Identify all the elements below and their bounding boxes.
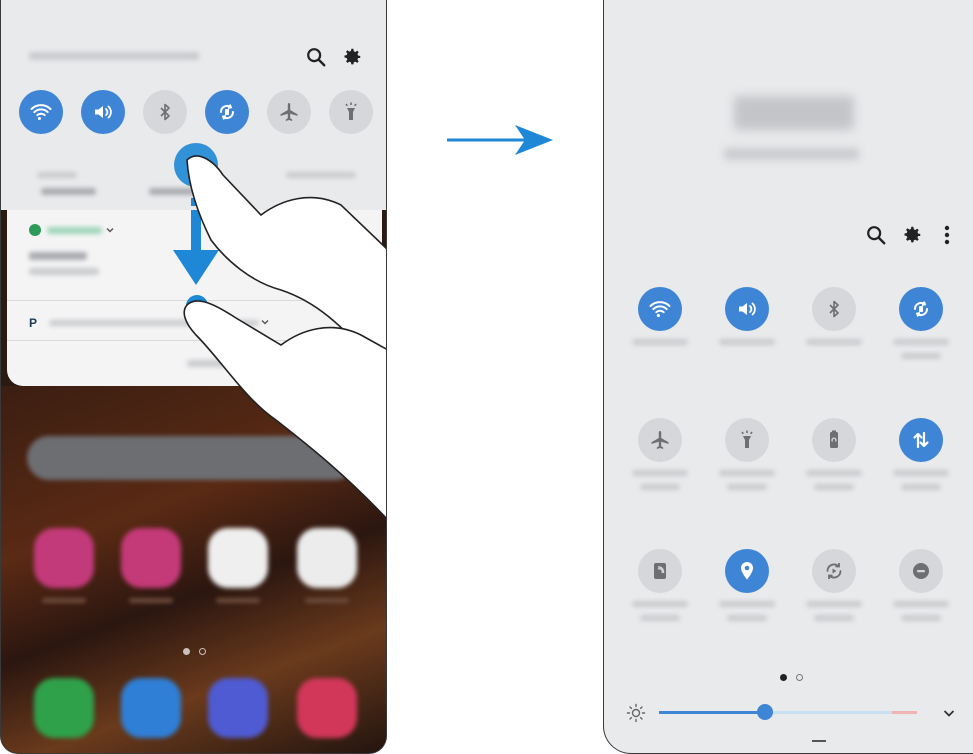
toggle-label — [719, 601, 775, 607]
swipe-down-hand — [173, 143, 386, 520]
sync-icon — [826, 563, 842, 579]
page-dot — [796, 674, 803, 681]
toggle-label — [640, 615, 680, 621]
gear-icon[interactable] — [901, 224, 923, 246]
toggle-label — [632, 339, 688, 345]
sun-icon — [626, 703, 646, 723]
chevron-down-icon[interactable] — [941, 705, 957, 721]
toggle-label — [814, 615, 854, 621]
arrow-right-icon — [447, 125, 553, 155]
do-not-disturb-toggle[interactable] — [899, 549, 943, 593]
toggle-label — [727, 484, 767, 490]
mobile-data-toggle[interactable] — [899, 418, 943, 462]
toggle-label — [901, 615, 941, 621]
toggle-label — [719, 339, 775, 345]
page-dot-active — [780, 674, 787, 681]
brightness-high-zone — [892, 711, 917, 714]
bluetooth-icon — [829, 300, 839, 318]
do-not-disturb-icon — [913, 563, 929, 579]
toggle-label — [893, 601, 949, 607]
home-screen-phone: P — [0, 0, 387, 754]
sync-toggle[interactable] — [812, 549, 856, 593]
toggle-label — [901, 484, 941, 490]
bluetooth-toggle[interactable] — [812, 287, 856, 331]
auto-rotate-icon — [913, 301, 929, 317]
flashlight-toggle[interactable] — [725, 418, 769, 462]
brightness-thumb[interactable] — [756, 704, 773, 720]
clock-text — [734, 96, 854, 130]
toggle-label — [806, 339, 862, 345]
airplane-icon — [651, 431, 669, 449]
flashlight-icon — [741, 430, 753, 448]
toggle-label — [806, 470, 862, 476]
location-icon — [741, 562, 753, 580]
toggle-label — [640, 484, 680, 490]
toggle-label — [632, 601, 688, 607]
location-toggle[interactable] — [725, 549, 769, 593]
quick-panel-expanded — [603, 0, 973, 754]
more-icon[interactable] — [941, 224, 953, 246]
handle-bar[interactable] — [812, 740, 826, 742]
toggle-label — [901, 353, 941, 359]
toggle-label — [727, 615, 767, 621]
search-icon[interactable] — [865, 224, 887, 246]
toggle-label — [719, 470, 775, 476]
toggle-label — [893, 339, 949, 345]
volume-icon — [739, 302, 756, 316]
toggle-label — [814, 484, 854, 490]
brightness-fill — [659, 711, 765, 714]
toggle-label — [632, 470, 688, 476]
nfc-toggle[interactable] — [638, 549, 682, 593]
auto-rotate-toggle[interactable] — [899, 287, 943, 331]
wifi-icon — [649, 301, 671, 318]
airplane-toggle[interactable] — [638, 418, 682, 462]
nfc-icon — [654, 563, 666, 579]
volume-toggle[interactable] — [725, 287, 769, 331]
power-saving-toggle[interactable] — [812, 418, 856, 462]
wifi-toggle[interactable] — [638, 287, 682, 331]
power-saving-icon — [830, 430, 838, 448]
toggle-label — [893, 470, 949, 476]
toggle-label — [806, 601, 862, 607]
date-text — [724, 148, 859, 160]
mobile-data-icon — [913, 431, 929, 449]
